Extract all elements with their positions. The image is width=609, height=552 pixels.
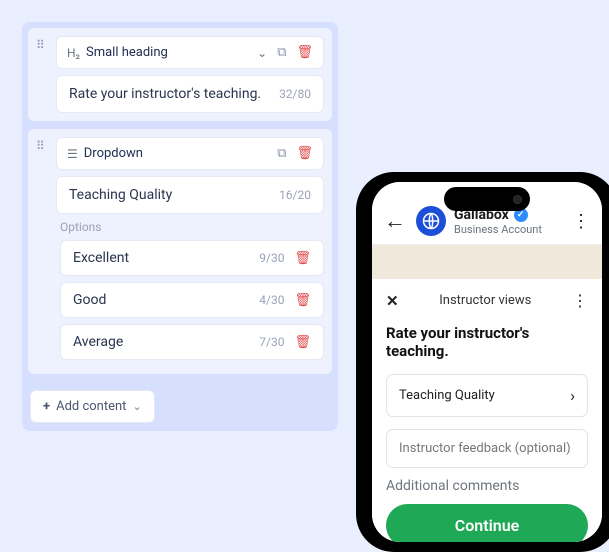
options-label: Options xyxy=(60,220,324,234)
delete-icon[interactable]: 🗑 xyxy=(294,293,311,308)
heading-text-input[interactable]: Rate your instructor's teaching. 32/80 xyxy=(56,75,324,113)
block-type-row: H₂ Small heading ⌄ ⧉ 🗑 xyxy=(56,36,324,69)
phone-screen: ← Gallabox ✓ Business Account ⋮ ✕ Instru… xyxy=(372,182,602,542)
teaching-quality-select[interactable]: Teaching Quality › xyxy=(386,374,588,417)
drag-handle-icon[interactable] xyxy=(36,38,45,52)
char-counter: 4/30 xyxy=(259,293,284,307)
char-counter: 32/80 xyxy=(279,87,311,101)
block-type-row: ☰ Dropdown ⧉ 🗑 xyxy=(56,137,324,170)
option-text: Excellent xyxy=(73,250,259,266)
delete-icon[interactable]: 🗑 xyxy=(294,335,311,350)
globe-icon xyxy=(422,212,440,230)
block-type-label: Dropdown xyxy=(84,146,267,161)
block-type-select[interactable]: Small heading xyxy=(86,45,251,60)
char-counter: 16/20 xyxy=(279,188,311,202)
camera-dot xyxy=(513,195,522,204)
add-content-button[interactable]: + Add content ⌄ xyxy=(30,390,155,423)
heading-text: Rate your instructor's teaching. xyxy=(69,86,279,102)
back-icon[interactable]: ← xyxy=(384,208,406,234)
dropdown-title-input[interactable]: Teaching Quality 16/20 xyxy=(56,176,324,214)
close-icon[interactable]: ✕ xyxy=(386,292,399,310)
option-row[interactable]: Good 4/30 🗑 xyxy=(60,282,324,318)
sheet-prompt: Rate your instructor's teaching. xyxy=(386,324,588,360)
kebab-icon[interactable]: ⋮ xyxy=(572,291,588,310)
textarea-placeholder: Instructor feedback (optional) xyxy=(399,441,571,456)
phone-frame: ← Gallabox ✓ Business Account ⋮ ✕ Instru… xyxy=(362,172,609,552)
char-counter: 7/30 xyxy=(259,335,284,349)
chevron-right-icon: › xyxy=(570,386,575,405)
duplicate-icon[interactable]: ⧉ xyxy=(277,146,286,161)
list-icon: ☰ xyxy=(67,147,78,161)
plus-icon: + xyxy=(43,399,50,414)
sheet-header: ✕ Instructor views ⋮ xyxy=(386,291,588,310)
feedback-textarea[interactable]: Instructor feedback (optional) xyxy=(386,429,588,468)
kebab-icon[interactable]: ⋮ xyxy=(572,211,590,232)
phone-notch xyxy=(444,187,530,211)
option-row[interactable]: Excellent 9/30 🗑 xyxy=(60,240,324,276)
option-row[interactable]: Average 7/30 🗑 xyxy=(60,324,324,360)
delete-icon[interactable]: 🗑 xyxy=(294,251,311,266)
heading-block: H₂ Small heading ⌄ ⧉ 🗑 Rate your instruc… xyxy=(28,28,332,121)
continue-button[interactable]: Continue xyxy=(386,504,588,542)
chat-background xyxy=(372,245,602,279)
sheet-title: Instructor views xyxy=(399,293,572,308)
bottom-sheet: ✕ Instructor views ⋮ Rate your instructo… xyxy=(372,279,602,542)
chat-subtitle: Business Account xyxy=(454,223,542,236)
char-counter: 9/30 xyxy=(259,251,284,265)
drag-handle-icon[interactable] xyxy=(36,139,45,153)
dropdown-block: ☰ Dropdown ⧉ 🗑 Teaching Quality 16/20 Op… xyxy=(28,129,332,374)
delete-icon[interactable]: 🗑 xyxy=(296,146,313,161)
additional-comments-label: Additional comments xyxy=(386,478,588,494)
heading-type-icon: H₂ xyxy=(67,46,80,60)
duplicate-icon[interactable]: ⧉ xyxy=(277,45,286,60)
form-editor: H₂ Small heading ⌄ ⧉ 🗑 Rate your instruc… xyxy=(22,22,338,431)
option-text: Average xyxy=(73,334,259,350)
dropdown-title: Teaching Quality xyxy=(69,187,279,203)
option-text: Good xyxy=(73,292,259,308)
chevron-down-icon[interactable]: ⌄ xyxy=(257,46,267,60)
select-label: Teaching Quality xyxy=(399,388,495,403)
add-content-label: Add content xyxy=(56,399,126,414)
avatar[interactable] xyxy=(416,206,446,236)
chevron-down-icon: ⌄ xyxy=(132,400,141,413)
delete-icon[interactable]: 🗑 xyxy=(296,45,313,60)
